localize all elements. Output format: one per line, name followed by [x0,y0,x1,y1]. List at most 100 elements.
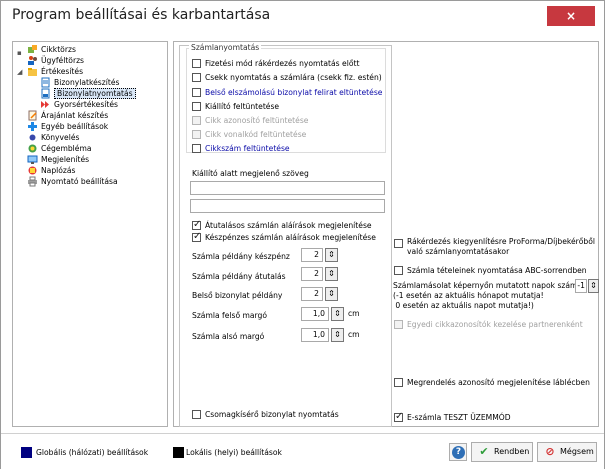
cash-copies-label: Számla példány készpénz [192,252,290,261]
title-bar: Program beállításai és karbantartása × [1,1,604,31]
printer-icon [28,176,37,187]
stepper-arrows-icon[interactable]: ⇕ [331,328,344,342]
tree-collapse-icon[interactable]: ▪ [17,50,23,57]
issuer-text-line2-input[interactable] [190,199,385,213]
close-button[interactable]: × [547,6,595,26]
stepper-value[interactable]: 1,0 [301,328,329,342]
copy-days-label: Számlamásolat képernyőn mutatott napok s… [393,281,585,290]
cancel-button-label: Mégsem [560,447,594,456]
log-icon [28,166,37,175]
checkbox-label: Egyedi cikkazonosítók kezelése partneren… [407,320,583,329]
checkbox-label: Csomagkísérő bizonylat nyomtatás [205,410,339,419]
checkbox-label: Kiállító feltüntetése [205,102,280,111]
stepper-arrows-icon[interactable]: ⇕ [325,248,338,262]
checkbox-label: Belső elszámolású bizonylat felirat eltü… [205,88,383,97]
issuer-text-line1-input[interactable] [190,181,385,195]
stepper-value[interactable]: 2 [301,267,323,281]
tree-item-label: Könyvelés [41,133,80,142]
checkbox-label: E-számla TESZT ÜZEMMÓD [407,413,511,422]
global-legend-swatch [21,447,32,458]
issuer-text-label: Kiállító alatt megjelenő szöveg [192,169,309,178]
fast-forward-icon [41,101,49,108]
checkbox-label: Cikk vonalkód feltüntetése [205,130,307,139]
stepper-value[interactable]: 2 [301,248,323,262]
print-document-icon [41,88,50,99]
window-title: Program beállításai és karbantartása [12,7,271,23]
checkbox-box[interactable] [192,59,201,68]
document-edit-icon [28,110,37,121]
tree-item-label: Bizonylatnyomtatás [54,88,136,99]
logo-icon [28,144,37,153]
local-legend-label: Lokális (helyi) beállítások [186,448,282,457]
checkbox-label: Cikk azonosító feltüntetése [205,116,309,125]
checkbox-label: Fizetési mód rákérdezés nyomtatás előtt [205,59,360,68]
checkbox-box[interactable] [394,378,403,387]
checkbox-box[interactable] [192,102,201,111]
top-margin-label: Számla felső margó [192,311,268,320]
checkbox-label: Rákérdezés kiegyenlítésre ProForma/Díjbe… [407,237,596,256]
tree-item-label: Cikktörzs [41,45,76,54]
group-title: Számlanyomtatás [189,43,262,52]
document-icon [41,77,50,88]
tree-item-label: Cégembléma [41,144,92,153]
tree-item-label: Bizonylatkészítés [54,78,120,87]
stepper-value[interactable]: 1,0 [301,307,329,321]
transfer-copies-label: Számla példány átutalás [192,272,286,281]
tree-item-label: Nyomtató beállítása [41,177,118,186]
tree-item-label: Megjelenítés [41,155,90,164]
checkmark-icon: ✔ [479,445,489,458]
checkbox-box[interactable] [192,231,201,242]
tree-item-label: Egyéb beállítások [41,122,109,131]
ledger-icon [29,134,36,141]
stepper-arrows-icon[interactable]: ⇕ [325,287,338,301]
checkbox-box[interactable] [394,266,403,275]
copy-days-hint-2: 0 esetén az aktuális napot mutatja!) [393,301,534,310]
puzzle-icon [28,45,37,53]
bottom-margin-label: Számla alsó margó [192,332,265,341]
checkbox-box[interactable] [192,144,201,153]
expander-icon[interactable]: ◢ [17,69,23,76]
unit-label: cm [348,330,360,339]
display-icon [27,155,38,164]
internal-copies-label: Belső bizonylat példány [192,291,283,300]
ok-button-label: Rendben [494,447,530,456]
global-legend-label: Globális (hálózati) beállítások [36,448,149,457]
settings-dialog: Program beállításai és karbantartása × ▪… [0,0,605,469]
checkbox-box [192,130,201,139]
tree-item-label: Gyorsértékesítés [54,100,119,109]
checkbox-label: Megrendelés azonosító megjelenítése lábl… [407,378,590,387]
help-icon: ? [452,446,465,459]
checkbox-box[interactable] [192,410,201,419]
cancel-button[interactable]: ⊘ Mégsem [537,442,597,462]
tree-item-label: Értékesítés [41,67,84,76]
stepper-value[interactable]: 2 [301,287,323,301]
checkbox-label: Számla tételeinek nyomtatása ABC-sorrend… [407,266,587,275]
checkbox-label: Átutalásos számlán aláírások megjeleníté… [205,221,372,230]
stepper-arrows-icon[interactable]: ⇕ [588,279,599,293]
checkbox-label: Készpénzes számlán aláírások megjeleníté… [205,233,376,242]
tools-icon [28,122,37,131]
stepper-arrows-icon[interactable]: ⇕ [325,267,338,281]
settings-tree: ▪ Cikktörzs Ügyféltörzs ◢ Értékesítés Bi… [12,41,168,427]
people-icon [28,56,37,65]
checkbox-box[interactable] [394,239,403,248]
checkbox-box[interactable] [394,411,403,422]
cancel-icon: ⊘ [545,445,555,458]
stepper-value[interactable]: -1 [575,279,587,293]
checkbox-label: Csekk nyomtatás a számlára (csekk fiz. e… [205,73,382,82]
proforma-prompt-checkbox[interactable]: Rákérdezés kiegyenlítésre ProForma/Díjbe… [394,237,599,259]
stepper-arrows-icon[interactable]: ⇕ [331,307,344,321]
checkbox-label: Cikkszám feltüntetése [205,144,290,153]
checkbox-box[interactable] [192,88,201,97]
help-button[interactable]: ? [449,443,467,461]
tree-item-label: Árajánlat készítés [41,111,109,120]
tree-item-label: Naplózás [41,166,76,175]
folder-open-icon [28,68,37,76]
checkbox-box [192,116,201,125]
local-legend-swatch [173,447,184,458]
checkbox-box[interactable] [192,219,201,230]
checkbox-box[interactable] [192,73,201,82]
footer-bar: Globális (hálózati) beállítások Lokális … [1,433,604,469]
copy-days-hint-1: (-1 esetén az aktuális hónapot mutatja! [393,291,544,300]
ok-button[interactable]: ✔ Rendben [471,442,533,462]
